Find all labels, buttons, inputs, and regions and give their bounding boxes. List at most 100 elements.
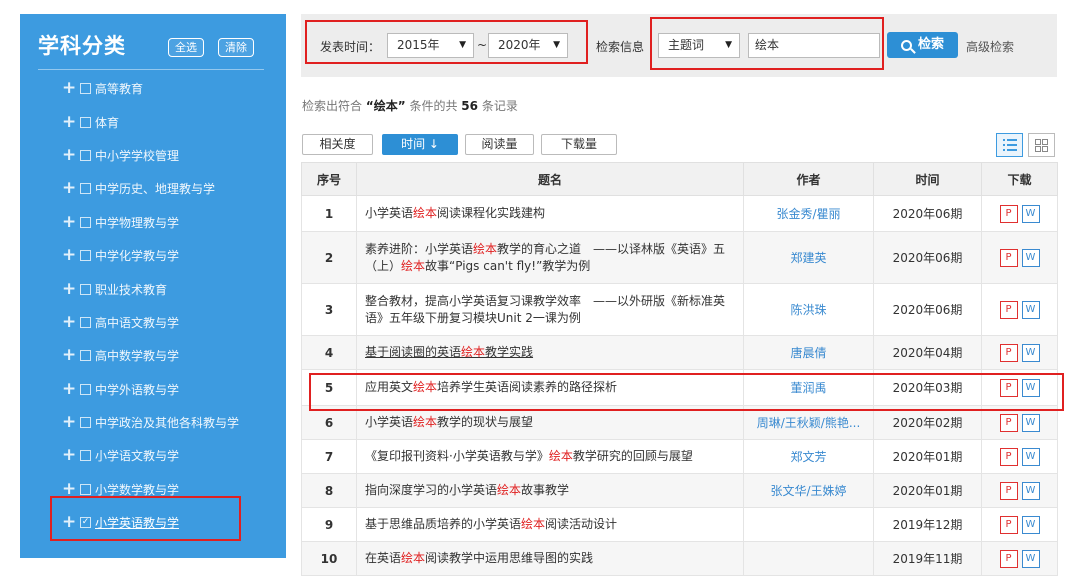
row-author[interactable]: 张金秀/瞿丽 bbox=[743, 195, 874, 232]
subject-checkbox[interactable] bbox=[80, 116, 91, 128]
list-view-button[interactable] bbox=[996, 133, 1023, 157]
sidebar-item[interactable]: + 中小学学校管理 bbox=[20, 139, 286, 172]
word-download-icon[interactable]: W bbox=[1021, 248, 1040, 267]
pdf-download-icon[interactable]: P bbox=[999, 447, 1018, 466]
row-author[interactable]: 郑建英 bbox=[743, 231, 874, 284]
row-author[interactable] bbox=[743, 541, 874, 576]
pdf-download-icon[interactable]: P bbox=[999, 204, 1018, 223]
pdf-download-icon[interactable]: P bbox=[999, 481, 1018, 500]
sidebar-item[interactable]: + 中学政治及其他各科教与学 bbox=[20, 406, 286, 439]
subject-checkbox[interactable] bbox=[80, 83, 91, 95]
row-author[interactable]: 张文华/王姝婷 bbox=[743, 473, 874, 508]
sidebar-item[interactable]: + 小学数学教与学 bbox=[20, 473, 286, 506]
word-download-icon[interactable]: W bbox=[1021, 378, 1040, 397]
year-from-select[interactable]: 2015年 ▼ bbox=[387, 33, 474, 58]
sidebar-item[interactable]: + 体育 bbox=[20, 105, 286, 138]
select-all-button[interactable]: 全选 bbox=[168, 38, 204, 57]
expand-plus-icon[interactable]: + bbox=[62, 180, 76, 197]
article-title-link[interactable]: 应用英文绘本培养学生英语阅读素养的路径探析 bbox=[365, 380, 617, 394]
row-author[interactable]: 陈洪珠 bbox=[743, 283, 874, 336]
subject-checkbox[interactable]: ✓ bbox=[80, 517, 91, 529]
word-download-icon[interactable]: W bbox=[1021, 447, 1040, 466]
sidebar-item[interactable]: + 中学物理教与学 bbox=[20, 206, 286, 239]
sidebar-item[interactable]: + 小学语文教与学 bbox=[20, 439, 286, 472]
pdf-download-icon[interactable]: P bbox=[999, 413, 1018, 432]
advanced-search-link[interactable]: 高级检索 bbox=[966, 38, 1014, 55]
subject-checkbox[interactable] bbox=[80, 383, 91, 395]
expand-plus-icon[interactable]: + bbox=[62, 247, 76, 264]
article-title-link[interactable]: 《复印报刊资料·小学英语教与学》绘本教学研究的回顾与展望 bbox=[365, 449, 693, 463]
pdf-download-icon[interactable]: P bbox=[999, 549, 1018, 568]
subject-checkbox[interactable] bbox=[80, 316, 91, 328]
sidebar-item-label: 中学化学教与学 bbox=[95, 249, 180, 264]
subject-checkbox[interactable] bbox=[80, 283, 91, 295]
expand-plus-icon[interactable]: + bbox=[62, 80, 76, 97]
word-download-icon[interactable]: W bbox=[1021, 481, 1040, 500]
subject-checkbox[interactable] bbox=[80, 149, 91, 161]
pdf-download-icon[interactable]: P bbox=[999, 515, 1018, 534]
article-title-link[interactable]: 在英语绘本阅读教学中运用思维导图的实践 bbox=[365, 551, 593, 565]
pdf-download-icon[interactable]: P bbox=[999, 300, 1018, 319]
pdf-download-icon[interactable]: P bbox=[999, 248, 1018, 267]
sidebar-item[interactable]: + 高中语文教与学 bbox=[20, 306, 286, 339]
sidebar-item[interactable]: + 职业技术教育 bbox=[20, 272, 286, 305]
grid-view-button[interactable] bbox=[1028, 133, 1055, 157]
clear-button[interactable]: 清除 bbox=[218, 38, 254, 57]
article-title-link[interactable]: 小学英语绘本阅读课程化实践建构 bbox=[365, 206, 545, 220]
sidebar-item[interactable]: + 中学历史、地理教与学 bbox=[20, 172, 286, 205]
sort-tab-downloads[interactable]: 下载量 bbox=[541, 134, 617, 155]
subject-checkbox[interactable] bbox=[80, 483, 91, 495]
expand-plus-icon[interactable]: + bbox=[62, 313, 76, 331]
article-title-link[interactable]: 素养进阶：小学英语绘本教学的育心之道 ——以译林版《英语》五（上）绘本故事“Pi… bbox=[365, 242, 725, 273]
row-author[interactable]: 唐晨倩 bbox=[743, 335, 874, 370]
row-author[interactable]: 董润禹 bbox=[743, 369, 874, 406]
article-title-link[interactable]: 小学英语绘本教学的现状与展望 bbox=[365, 415, 533, 429]
article-title-link[interactable]: 整合教材，提高小学英语复习课教学效率 ——以外研版《新标准英语》五年级下册复习模… bbox=[365, 294, 725, 325]
sort-tab-relevance[interactable]: 相关度 bbox=[302, 134, 373, 155]
pdf-download-icon[interactable]: P bbox=[999, 343, 1018, 362]
sidebar-item[interactable]: + 中学化学教与学 bbox=[20, 239, 286, 272]
expand-plus-icon[interactable]: + bbox=[62, 280, 76, 298]
expand-plus-icon[interactable]: + bbox=[62, 213, 76, 231]
word-download-icon[interactable]: W bbox=[1021, 343, 1040, 362]
keyword-input[interactable]: 绘本 bbox=[748, 33, 880, 58]
article-title-link[interactable]: 基于阅读圈的英语绘本教学实践 bbox=[365, 345, 533, 359]
subject-checkbox[interactable] bbox=[80, 250, 91, 262]
row-time: 2020年02期 bbox=[873, 405, 982, 440]
expand-plus-icon[interactable]: + bbox=[62, 113, 76, 131]
word-download-icon[interactable]: W bbox=[1021, 204, 1040, 223]
sort-tab-reads[interactable]: 阅读量 bbox=[465, 134, 534, 155]
year-to-select[interactable]: 2020年 ▼ bbox=[488, 33, 568, 58]
expand-plus-icon[interactable]: + bbox=[62, 514, 76, 531]
search-field-select[interactable]: 主题词 ▼ bbox=[658, 33, 740, 58]
expand-plus-icon[interactable]: + bbox=[62, 146, 76, 164]
search-button[interactable]: 检索 bbox=[887, 32, 958, 58]
grid-view-icon bbox=[1035, 138, 1048, 152]
sidebar-item[interactable]: + 高中数学教与学 bbox=[20, 339, 286, 372]
row-author[interactable]: 郑文芳 bbox=[743, 439, 874, 474]
subject-checkbox[interactable] bbox=[80, 183, 91, 195]
pdf-download-icon[interactable]: P bbox=[999, 378, 1018, 397]
subject-checkbox[interactable] bbox=[80, 350, 91, 362]
sort-tab-time[interactable]: 时间 ↓ bbox=[382, 134, 458, 155]
sidebar-item[interactable]: + 中学外语教与学 bbox=[20, 373, 286, 406]
expand-plus-icon[interactable]: + bbox=[62, 380, 76, 398]
sidebar-item[interactable]: + 高等教育 bbox=[20, 72, 286, 105]
expand-plus-icon[interactable]: + bbox=[62, 347, 76, 364]
expand-plus-icon[interactable]: + bbox=[62, 414, 76, 431]
subject-checkbox[interactable] bbox=[80, 450, 91, 462]
search-bar: 发表时间： 2015年 ▼ ~ 2020年 ▼ 检索信息 主题词 ▼ 绘本 检索… bbox=[301, 14, 1057, 77]
word-download-icon[interactable]: W bbox=[1021, 515, 1040, 534]
article-title-link[interactable]: 指向深度学习的小学英语绘本故事教学 bbox=[365, 483, 569, 497]
article-title-link[interactable]: 基于思维品质培养的小学英语绘本阅读活动设计 bbox=[365, 517, 617, 531]
row-author[interactable]: 周琳/王秋颖/熊艳... bbox=[743, 405, 874, 440]
expand-plus-icon[interactable]: + bbox=[62, 447, 76, 464]
word-download-icon[interactable]: W bbox=[1021, 413, 1040, 432]
subject-checkbox[interactable] bbox=[80, 216, 91, 228]
sidebar-item[interactable]: + ✓ 小学英语教与学 bbox=[20, 506, 286, 539]
word-download-icon[interactable]: W bbox=[1021, 549, 1040, 568]
word-download-icon[interactable]: W bbox=[1021, 300, 1040, 319]
expand-plus-icon[interactable]: + bbox=[62, 480, 76, 498]
subject-checkbox[interactable] bbox=[80, 417, 91, 429]
row-author[interactable] bbox=[743, 507, 874, 542]
